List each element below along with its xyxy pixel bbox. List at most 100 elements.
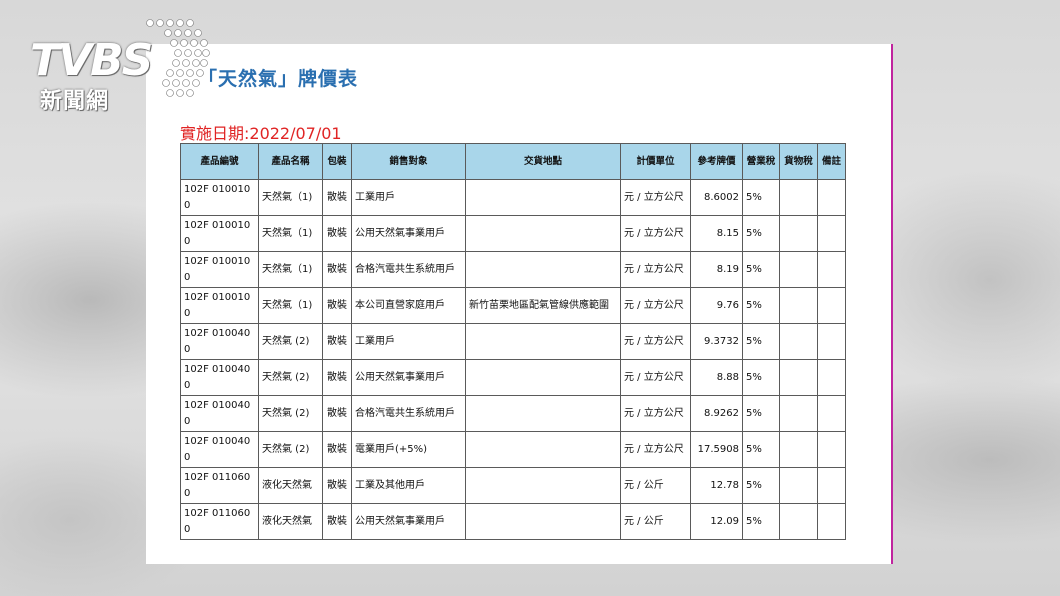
- table-cell: 公用天然氣事業用戶: [351, 503, 466, 540]
- table-cell: 9.3732: [690, 323, 743, 360]
- table-cell: [817, 431, 846, 468]
- column-header: 銷售對象: [351, 143, 466, 180]
- table-cell: 5%: [742, 503, 780, 540]
- table-cell: 5%: [742, 323, 780, 360]
- table-cell: [817, 359, 846, 396]
- table-cell: 天然氣 (2): [258, 431, 323, 468]
- column-header: 產品編號: [180, 143, 259, 180]
- table-cell: 102F 0100100: [180, 179, 259, 216]
- column-header: 備註: [817, 143, 846, 180]
- table-cell: 8.6002: [690, 179, 743, 216]
- table-cell: [465, 359, 621, 396]
- table-cell: [817, 395, 846, 432]
- table-cell: 工業用戶: [351, 179, 466, 216]
- table-cell: 液化天然氣: [258, 503, 323, 540]
- table-cell: [779, 503, 818, 540]
- table-cell: 工業用戶: [351, 323, 466, 360]
- table-cell: 元 / 立方公尺: [620, 287, 691, 324]
- table-cell: 5%: [742, 179, 780, 216]
- table-header-row: 產品編號 產品名稱 包裝 銷售對象 交貨地點 計價單位 參考牌價 營業稅 貨物稅 備註: [180, 143, 846, 180]
- table-cell: 102F 0100400: [180, 431, 259, 468]
- table-cell: 天然氣（1): [258, 287, 323, 324]
- table-cell: 散裝: [322, 503, 352, 540]
- document-title: 「天然氣」牌價表: [198, 68, 359, 90]
- table-cell: 102F 0100400: [180, 395, 259, 432]
- table-cell: 元 / 立方公尺: [620, 323, 691, 360]
- table-cell: 散裝: [322, 395, 352, 432]
- tvbs-logo: TVBS 新聞網: [30, 17, 210, 117]
- table-cell: 工業及其他用戶: [351, 467, 466, 504]
- table-cell: 元 / 公斤: [620, 467, 691, 504]
- table-cell: 102F 0110600: [180, 467, 259, 504]
- table-row: 102F 0110600 液化天然氣 散裝 工業及其他用戶 元 / 公斤 12.78 5%: [180, 467, 846, 504]
- table-row: 102F 0100400 天然氣 (2) 散裝 公用天然氣事業用戶 元 / 立方公尺 8.…: [180, 359, 846, 396]
- table-cell: 12.78: [690, 467, 743, 504]
- table-cell: [465, 179, 621, 216]
- table-cell: 散裝: [322, 251, 352, 288]
- table-cell: [779, 467, 818, 504]
- table-cell: 8.9262: [690, 395, 743, 432]
- table-cell: [465, 323, 621, 360]
- table-cell: [465, 467, 621, 504]
- table-cell: 元 / 公斤: [620, 503, 691, 540]
- table-cell: 5%: [742, 359, 780, 396]
- table-cell: 5%: [742, 287, 780, 324]
- table-cell: 液化天然氣: [258, 467, 323, 504]
- table-cell: 天然氣（1): [258, 215, 323, 252]
- table-row: 102F 0100100 天然氣（1) 散裝 工業用戶 元 / 立方公尺 8.6002 5%: [180, 179, 846, 216]
- table-cell: 102F 0100400: [180, 359, 259, 396]
- table-cell: 合格汽電共生系統用戶: [351, 395, 466, 432]
- table-cell: 天然氣 (2): [258, 395, 323, 432]
- effective-date: 實施日期:2022/07/01: [180, 124, 342, 143]
- table-cell: [779, 323, 818, 360]
- table-cell: 元 / 立方公尺: [620, 251, 691, 288]
- table-cell: 102F 0100100: [180, 287, 259, 324]
- table-cell: 8.19: [690, 251, 743, 288]
- table-cell: [465, 503, 621, 540]
- table-cell: [817, 251, 846, 288]
- column-header: 營業稅: [742, 143, 780, 180]
- table-cell: 合格汽電共生系統用戶: [351, 251, 466, 288]
- logo-subtitle-text: 新聞網: [40, 89, 110, 114]
- table-cell: [817, 287, 846, 324]
- table-row: 102F 0100400 天然氣 (2) 散裝 電業用戶(+5%) 元 / 立方公尺 17…: [180, 431, 846, 468]
- table-cell: [465, 251, 621, 288]
- table-cell: 5%: [742, 467, 780, 504]
- table-cell: 12.09: [690, 503, 743, 540]
- table-cell: [817, 215, 846, 252]
- table-cell: 天然氣（1): [258, 251, 323, 288]
- table-cell: [779, 359, 818, 396]
- table-cell: 5%: [742, 431, 780, 468]
- table-body: 102F 0100100 天然氣（1) 散裝 工業用戶元 / 立方公尺 8.6002 5%…: [180, 179, 846, 540]
- table-cell: [465, 395, 621, 432]
- table-row: 102F 0100100 天然氣（1) 散裝 公用天然氣事業用戶 元 / 立方公尺 8.1…: [180, 215, 846, 252]
- table-cell: [779, 251, 818, 288]
- table-cell: 17.5908: [690, 431, 743, 468]
- table-cell: 天然氣 (2): [258, 359, 323, 396]
- table-cell: 元 / 立方公尺: [620, 359, 691, 396]
- column-header: 產品名稱: [258, 143, 323, 180]
- table-cell: 公用天然氣事業用戶: [351, 215, 466, 252]
- table-cell: 散裝: [322, 215, 352, 252]
- table-cell: [817, 179, 846, 216]
- table-row: 102F 0100400 天然氣 (2) 散裝 工業用戶 元 / 立方公尺 9.3732 5…: [180, 323, 846, 360]
- table-cell: [779, 287, 818, 324]
- table-cell: 元 / 立方公尺: [620, 395, 691, 432]
- table-cell: 散裝: [322, 467, 352, 504]
- column-header: 貨物稅: [779, 143, 818, 180]
- table-cell: 本公司直營家庭用戶: [351, 287, 466, 324]
- table-row: 102F 0100100 天然氣（1) 散裝 合格汽電共生系統用戶 元 / 立方公尺 8.…: [180, 251, 846, 288]
- table-cell: 8.15: [690, 215, 743, 252]
- table-row: 102F 0100100 天然氣（1) 散裝 本公司直營家庭用戶 新竹苗栗地區配氣管線供…: [180, 287, 846, 324]
- table-cell: [779, 179, 818, 216]
- price-table: 產品編號 產品名稱 包裝 銷售對象 交貨地點 計價單位 參考牌價 營業稅 貨物稅 備註 102F …: [180, 143, 846, 540]
- table-cell: 散裝: [322, 323, 352, 360]
- column-header: 計價單位: [620, 143, 691, 180]
- table-cell: [779, 431, 818, 468]
- table-cell: 天然氣 (2): [258, 323, 323, 360]
- table-cell: [779, 215, 818, 252]
- table-cell: 8.88: [690, 359, 743, 396]
- table-cell: 天然氣（1): [258, 179, 323, 216]
- table-cell: 5%: [742, 395, 780, 432]
- table-cell: [779, 395, 818, 432]
